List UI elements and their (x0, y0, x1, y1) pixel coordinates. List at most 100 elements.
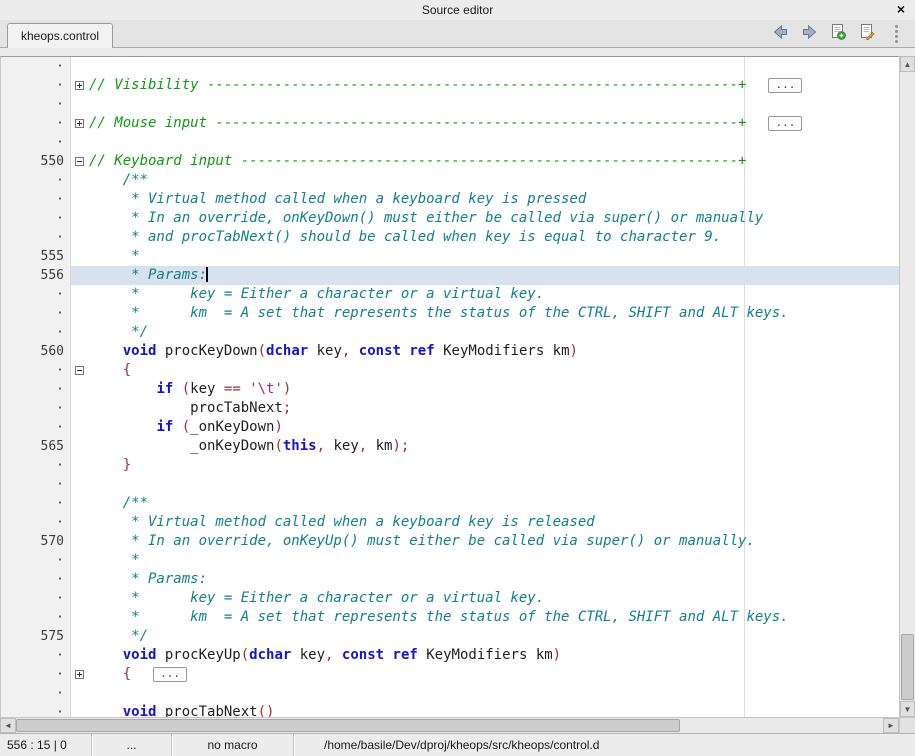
line-body: * key = Either a character or a virtual … (71, 285, 899, 304)
folded-code-ellipsis[interactable]: ... (153, 667, 187, 682)
line-number[interactable]: · (1, 190, 71, 209)
code-line[interactable]: · /** (1, 171, 899, 190)
code-line[interactable]: 555 * (1, 247, 899, 266)
code-line[interactable]: 560 void procKeyDown(dchar key, const re… (1, 342, 899, 361)
line-number[interactable]: · (1, 570, 71, 589)
caret-position: 556 : 15 | 0 (0, 734, 92, 756)
code-line[interactable]: · (1, 95, 899, 114)
line-number[interactable]: · (1, 380, 71, 399)
code-line[interactable]: · * Params: (1, 570, 899, 589)
line-number[interactable]: · (1, 133, 71, 152)
code-line[interactable]: · * Virtual method called when a keyboar… (1, 190, 899, 209)
folded-code-ellipsis[interactable]: ... (768, 116, 802, 131)
code-line[interactable]: · if (key == '\t') (1, 380, 899, 399)
line-body: /** (71, 171, 899, 190)
code-line[interactable]: · /** (1, 494, 899, 513)
code-line[interactable]: 565 _onKeyDown(this, key, km); (1, 437, 899, 456)
code-line[interactable]: · * key = Either a character or a virtua… (1, 589, 899, 608)
code-text: * Virtual method called when a keyboard … (89, 513, 899, 532)
line-number[interactable]: · (1, 323, 71, 342)
line-number[interactable]: · (1, 95, 71, 114)
folded-code-ellipsis[interactable]: ... (768, 78, 802, 93)
code-line[interactable]: · (1, 684, 899, 703)
code-line[interactable]: · void procKeyUp(dchar key, const ref Ke… (1, 646, 899, 665)
code-line[interactable]: ·// Visibility -------------------------… (1, 76, 899, 95)
code-line[interactable]: · * km = A set that represents the statu… (1, 304, 899, 323)
line-number[interactable]: 570 (1, 532, 71, 551)
horizontal-scroll-thumb[interactable] (16, 719, 680, 732)
code-line[interactable]: · (1, 475, 899, 494)
horizontal-scrollbar[interactable]: ◄ ► (0, 717, 899, 733)
line-number[interactable]: · (1, 475, 71, 494)
line-number[interactable]: · (1, 209, 71, 228)
fold-toggle-icon[interactable] (75, 119, 84, 128)
close-icon[interactable]: × (893, 0, 909, 20)
code-line[interactable]: · * In an override, onKeyDown() must eit… (1, 209, 899, 228)
line-number[interactable]: · (1, 513, 71, 532)
go-forward-button[interactable] (800, 25, 818, 43)
line-number[interactable]: 575 (1, 627, 71, 646)
line-number[interactable]: · (1, 551, 71, 570)
line-number[interactable]: 560 (1, 342, 71, 361)
line-number[interactable]: · (1, 57, 71, 76)
tab-kheops-control[interactable]: kheops.control (7, 23, 113, 48)
code-line[interactable]: · } (1, 456, 899, 475)
fold-toggle-icon[interactable] (75, 366, 84, 375)
line-number[interactable]: · (1, 304, 71, 323)
line-number[interactable]: 555 (1, 247, 71, 266)
go-back-button[interactable] (771, 25, 789, 43)
code-line[interactable]: · * key = Either a character or a virtua… (1, 285, 899, 304)
fold-toggle-icon[interactable] (75, 81, 84, 90)
line-number[interactable]: · (1, 76, 71, 95)
code-line[interactable]: · void procTabNext() (1, 703, 899, 717)
vertical-scroll-thumb[interactable] (901, 634, 914, 700)
line-number[interactable]: · (1, 228, 71, 247)
toolbar-grip[interactable] (887, 25, 905, 43)
scroll-left-button[interactable]: ◄ (0, 718, 16, 733)
fold-toggle-icon[interactable] (75, 670, 84, 679)
line-number[interactable]: · (1, 285, 71, 304)
document-edit-button[interactable] (858, 25, 876, 43)
line-number[interactable]: · (1, 418, 71, 437)
scroll-down-button[interactable]: ▼ (900, 701, 915, 717)
code-line[interactable]: 556 * Params: (1, 266, 899, 285)
line-number[interactable]: · (1, 703, 71, 717)
horizontal-scroll-track[interactable] (16, 718, 883, 733)
code-line[interactable]: 570 * In an override, onKeyUp() must eit… (1, 532, 899, 551)
code-line[interactable]: · (1, 57, 899, 76)
line-number[interactable]: · (1, 399, 71, 418)
code-line[interactable]: 575 */ (1, 627, 899, 646)
document-add-button[interactable] (829, 25, 847, 43)
code-line[interactable]: · { (1, 361, 899, 380)
code-line[interactable]: · procTabNext; (1, 399, 899, 418)
code-text: * Params: (89, 266, 899, 285)
line-number[interactable]: · (1, 608, 71, 627)
code-line[interactable]: · * Virtual method called when a keyboar… (1, 513, 899, 532)
line-number[interactable]: · (1, 494, 71, 513)
line-number[interactable]: 550 (1, 152, 71, 171)
line-number[interactable]: · (1, 171, 71, 190)
code-line[interactable]: · */ (1, 323, 899, 342)
editor-area[interactable]: ··// Visibility ------------------------… (0, 56, 899, 717)
line-number[interactable]: · (1, 684, 71, 703)
scroll-right-button[interactable]: ► (883, 718, 899, 733)
vertical-scrollbar[interactable]: ▲ ▼ (899, 56, 915, 717)
code-line[interactable]: · {... (1, 665, 899, 684)
code-line[interactable]: · (1, 133, 899, 152)
code-line[interactable]: · * and procTabNext() should be called w… (1, 228, 899, 247)
line-number[interactable]: · (1, 114, 71, 133)
scroll-up-button[interactable]: ▲ (900, 56, 915, 72)
code-line[interactable]: · * km = A set that represents the statu… (1, 608, 899, 627)
line-number[interactable]: · (1, 665, 71, 684)
fold-toggle-icon[interactable] (75, 157, 84, 166)
line-number[interactable]: 565 (1, 437, 71, 456)
line-number[interactable]: 556 (1, 266, 71, 285)
line-number[interactable]: · (1, 646, 71, 665)
code-line[interactable]: ·// Mouse input ------------------------… (1, 114, 899, 133)
code-line[interactable]: · * (1, 551, 899, 570)
line-number[interactable]: · (1, 456, 71, 475)
code-line[interactable]: 550// Keyboard input -------------------… (1, 152, 899, 171)
line-number[interactable]: · (1, 361, 71, 380)
line-number[interactable]: · (1, 589, 71, 608)
code-line[interactable]: · if (_onKeyDown) (1, 418, 899, 437)
